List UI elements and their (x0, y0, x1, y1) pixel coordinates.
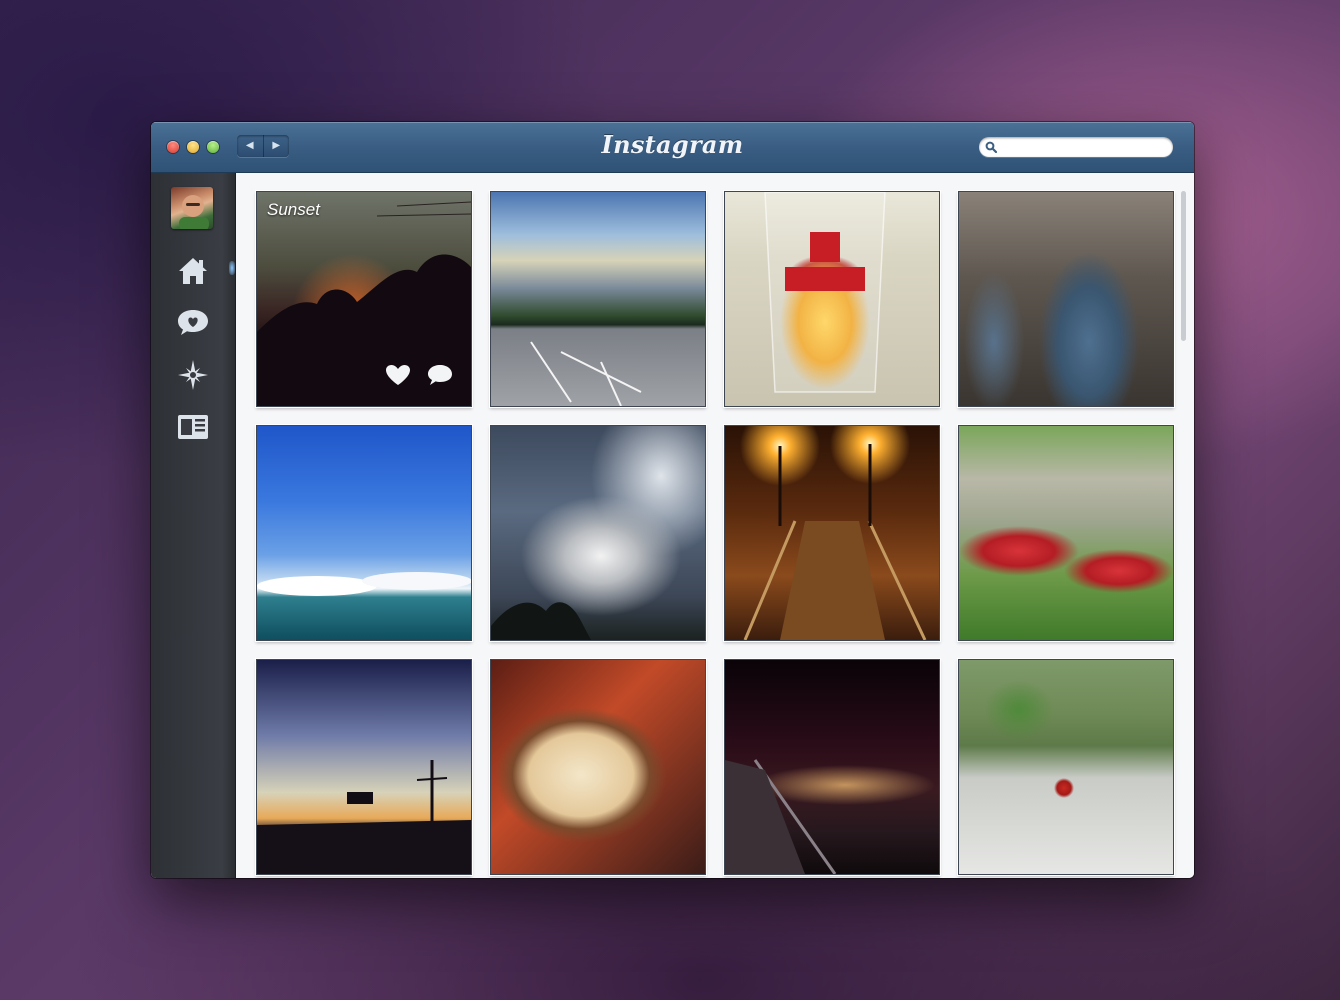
photo-tile[interactable] (958, 425, 1174, 641)
sidebar-item-explore[interactable] (173, 355, 213, 395)
title-bar: ◀ ▶ Instagram (151, 122, 1194, 173)
photo-detail (257, 760, 471, 874)
photo-feed: Sunset (236, 173, 1194, 878)
home-icon (179, 258, 207, 284)
news-icon (178, 415, 208, 439)
photo-detail (725, 759, 837, 874)
avatar-image (179, 195, 209, 229)
photo-detail (743, 444, 927, 640)
active-indicator (229, 261, 235, 275)
sidebar-item-home[interactable] (173, 251, 213, 291)
photo-caption: Sunset (267, 200, 320, 219)
photo-tile[interactable] (490, 659, 706, 875)
photo-detail (530, 341, 642, 406)
photo-tile[interactable] (958, 191, 1174, 407)
sidebar (151, 173, 236, 878)
photo-detail (491, 602, 591, 640)
heart-bubble-icon (178, 310, 208, 335)
compass-icon (178, 360, 208, 390)
search-box[interactable] (979, 137, 1173, 158)
photo-tile[interactable] (958, 659, 1174, 875)
sidebar-item-activity[interactable] (173, 303, 213, 343)
search-icon (985, 141, 997, 153)
feed-scrollbar[interactable] (1181, 191, 1186, 341)
photo-tile[interactable] (724, 425, 940, 641)
photo-tile[interactable] (724, 191, 940, 407)
photo-tile[interactable] (490, 191, 706, 407)
comment-bubble-icon[interactable] (427, 364, 453, 386)
photo-detail (764, 192, 886, 393)
photo-detail (257, 572, 471, 596)
like-heart-icon[interactable] (385, 364, 411, 386)
photo-tile[interactable] (490, 425, 706, 641)
sidebar-item-news[interactable] (173, 407, 213, 447)
search-input[interactable] (1001, 138, 1170, 158)
photo-actions (385, 364, 453, 386)
photo-tile[interactable] (724, 659, 940, 875)
avatar[interactable] (171, 187, 213, 229)
photo-tile[interactable]: Sunset (256, 191, 472, 407)
photo-tile[interactable] (256, 659, 472, 875)
app-window: ◀ ▶ Instagram Sunset (151, 122, 1194, 878)
photo-tile[interactable] (256, 425, 472, 641)
